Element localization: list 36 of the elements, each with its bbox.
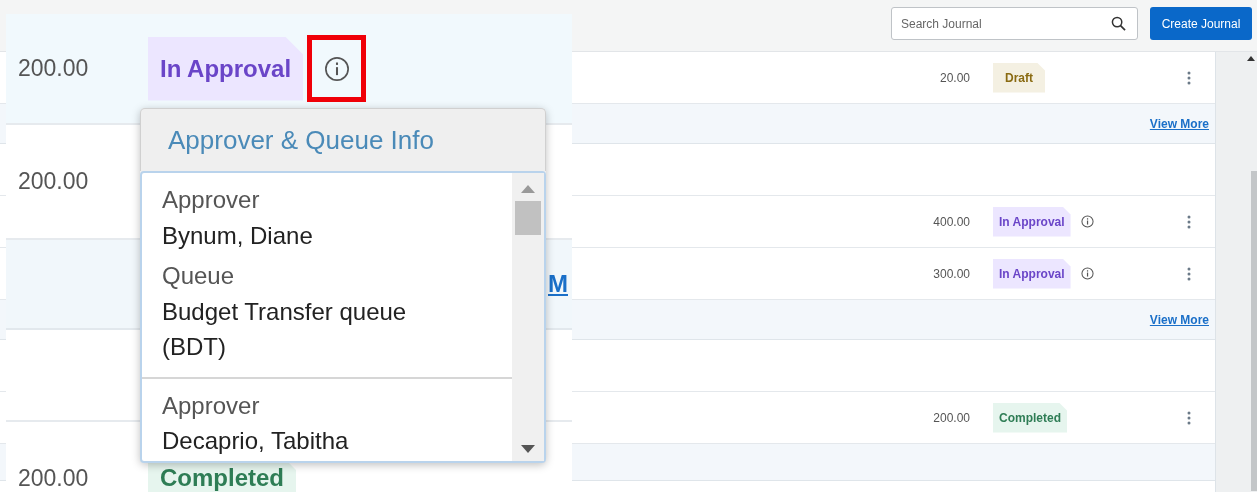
more-options-icon[interactable] xyxy=(1187,410,1191,425)
amount-cell-text: 200.00 xyxy=(18,168,90,195)
field-value: Bynum, Diane xyxy=(162,220,314,251)
scroll-down-icon[interactable] xyxy=(521,445,535,453)
more-options-icon[interactable] xyxy=(1187,266,1191,281)
amount-cell-text: 400.00 xyxy=(932,214,970,229)
status-badge: In Approval xyxy=(993,258,1071,289)
amount-cell-text: 200.00 xyxy=(932,410,970,425)
field-value: Budget Transfer queue (BDT) xyxy=(162,297,408,362)
scroll-up-icon[interactable] xyxy=(1247,56,1255,61)
amount-cell-text: 200.00 xyxy=(18,55,90,82)
status-badge: Draft xyxy=(993,62,1045,93)
scrollbar[interactable] xyxy=(512,173,544,461)
search-field[interactable]: Search Journal xyxy=(891,7,1138,40)
scroll-thumb[interactable] xyxy=(1251,171,1257,491)
more-options-icon[interactable] xyxy=(1187,214,1191,229)
info-icon[interactable] xyxy=(1080,267,1094,280)
info-icon[interactable] xyxy=(1080,215,1094,228)
status-badge: In Approval xyxy=(993,206,1071,237)
status-badge: Completed xyxy=(993,402,1067,433)
scroll-thumb[interactable] xyxy=(515,201,541,235)
field-label: Approver xyxy=(162,390,261,421)
more-options-icon[interactable] xyxy=(1187,70,1191,85)
search-icon xyxy=(1111,16,1126,31)
popover-title: Approver & Queue Info xyxy=(168,124,434,156)
field-label: Queue xyxy=(162,261,236,292)
create-journal-button[interactable]: Create Journal xyxy=(1150,7,1252,40)
info-icon[interactable] xyxy=(323,55,350,82)
amount-cell-text: 20.00 xyxy=(938,70,970,85)
status-badge: In Approval xyxy=(148,36,304,101)
view-more-link[interactable]: View More xyxy=(1149,116,1209,131)
amount-cell-text: 300.00 xyxy=(932,266,970,281)
amount-cell-text: 200.00 xyxy=(18,465,90,492)
field-label: Approver xyxy=(162,185,261,215)
view-more-link[interactable]: View More xyxy=(1149,312,1209,327)
view-more-link[interactable]: M xyxy=(548,270,568,298)
